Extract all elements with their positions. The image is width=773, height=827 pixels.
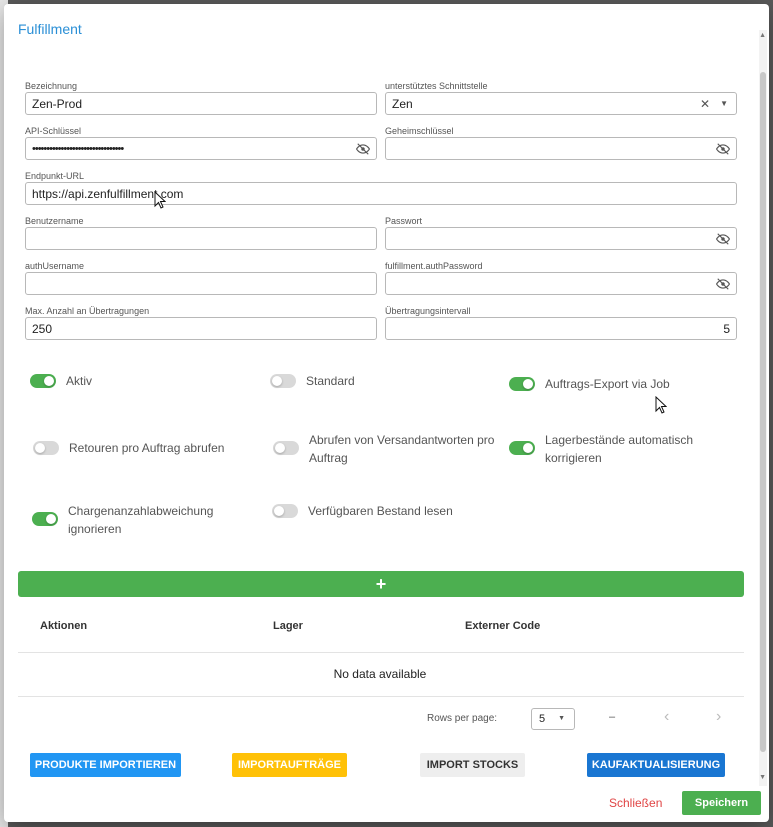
table-header-externer-code[interactable]: Externer Code [465, 620, 540, 632]
switch-track[interactable] [509, 377, 535, 391]
endpoint-input[interactable]: https://api.zenfulfillment.com [25, 182, 737, 205]
chevron-down-icon: ▼ [558, 715, 565, 722]
endpoint-value: https://api.zenfulfillment.com [32, 186, 184, 201]
toggle-retouren[interactable]: Retouren pro Auftrag abrufen [33, 439, 253, 457]
eye-off-icon[interactable] [716, 277, 730, 291]
password-input[interactable] [385, 227, 737, 250]
schnittstelle-field: unterstütztes Schnittstelle Zen ✕ ▼ [385, 80, 737, 115]
username-field: Benutzername [25, 215, 377, 250]
add-row-button[interactable]: + [18, 571, 744, 597]
toggle-chargen-label: Chargenanzahlabweichung ignorieren [68, 504, 214, 536]
toggle-retouren-label: Retouren pro Auftrag abrufen [69, 441, 225, 455]
switch-track[interactable] [273, 441, 299, 455]
max-transfers-field: Max. Anzahl an Übertragungen 250 [25, 305, 377, 340]
auth-password-field: fulfillment.authPassword [385, 260, 737, 295]
bezeichnung-field: Bezeichnung Zen-Prod [25, 80, 377, 115]
auth-username-input[interactable] [25, 272, 377, 295]
rows-per-page-label: Rows per page: [427, 713, 498, 724]
import-stocks-button[interactable]: IMPORT STOCKS [420, 753, 525, 777]
username-label: Benutzername [25, 216, 84, 226]
save-button[interactable]: Speichern [682, 791, 761, 815]
max-transfers-input[interactable]: 250 [25, 317, 377, 340]
clear-icon[interactable]: ✕ [700, 97, 710, 111]
toggle-standard[interactable]: Standard [270, 372, 490, 390]
scrollbar-thumb[interactable] [760, 72, 766, 752]
purchase-update-button[interactable]: KAUFAKTUALISIERUNG [587, 753, 725, 777]
chevron-left-icon[interactable]: ‹ [664, 708, 669, 726]
interval-input[interactable]: 5 [385, 317, 737, 340]
toggle-lagerbestaende[interactable]: Lagerbestände automatisch korrigieren [509, 431, 709, 467]
username-input[interactable] [25, 227, 377, 250]
interval-field: Übertragungsintervall 5 [385, 305, 737, 340]
endpoint-label: Endpunkt-URL [25, 171, 85, 181]
api-key-label: API-Schlüssel [25, 126, 82, 136]
dialog-title: Fulfillment [18, 21, 82, 37]
chevron-down-icon[interactable]: ▼ [720, 99, 728, 108]
schnittstelle-label: unterstütztes Schnittstelle [385, 81, 488, 91]
schnittstelle-select[interactable]: Zen ✕ ▼ [385, 92, 737, 115]
toggle-auftrags-export[interactable]: Auftrags-Export via Job [509, 375, 729, 393]
rows-per-page-select[interactable]: 5 ▼ [531, 708, 575, 730]
switch-track[interactable] [33, 441, 59, 455]
mouse-pointer-icon [655, 396, 667, 414]
toggle-auftrags-export-label: Auftrags-Export via Job [545, 377, 670, 391]
secret-label: Geheimschlüssel [385, 126, 454, 136]
auth-username-field: authUsername [25, 260, 377, 295]
toggle-aktiv-label: Aktiv [66, 374, 93, 388]
chevron-right-icon[interactable]: › [716, 708, 721, 726]
table-header-aktionen[interactable]: Aktionen [40, 620, 87, 632]
secret-field: Geheimschlüssel [385, 125, 737, 160]
mouse-pointer-icon [154, 191, 166, 209]
table-header-lager[interactable]: Lager [273, 620, 303, 632]
schnittstelle-value: Zen [392, 96, 413, 111]
auth-password-input[interactable] [385, 272, 737, 295]
pagination-range: – [609, 711, 616, 723]
toggle-verfuegbar-label: Verfügbaren Bestand lesen [308, 504, 453, 518]
bezeichnung-label: Bezeichnung [25, 81, 78, 91]
toggle-chargen[interactable]: Chargenanzahlabweichung ignorieren [32, 502, 232, 538]
api-key-value: •••••••••••••••••••••••••••••••• [32, 142, 124, 155]
auth-username-label: authUsername [25, 261, 85, 271]
eye-off-icon[interactable] [356, 142, 370, 156]
table-header-divider [18, 652, 744, 653]
switch-track[interactable] [272, 504, 298, 518]
toggle-standard-label: Standard [306, 374, 355, 388]
switch-track[interactable] [270, 374, 296, 388]
scroll-up-icon[interactable]: ▲ [759, 32, 766, 39]
api-key-input[interactable]: •••••••••••••••••••••••••••••••• [25, 137, 377, 160]
switch-track[interactable] [32, 512, 58, 526]
table-footer-divider [18, 696, 744, 697]
toggle-verfuegbar[interactable]: Verfügbaren Bestand lesen [272, 502, 492, 520]
import-orders-button[interactable]: IMPORTAUFTRÄGE [232, 753, 347, 777]
eye-off-icon[interactable] [716, 142, 730, 156]
max-transfers-value: 250 [32, 321, 53, 336]
toggle-versandantworten-label: Abrufen von Versandantworten pro Auftrag [309, 433, 495, 465]
max-transfers-label: Max. Anzahl an Übertragungen [25, 306, 150, 316]
interval-value: 5 [723, 321, 730, 336]
rows-per-page-value: 5 [539, 713, 546, 725]
auth-password-label: fulfillment.authPassword [385, 261, 483, 271]
api-key-field: API-Schlüssel ••••••••••••••••••••••••••… [25, 125, 377, 160]
fulfillment-dialog: Fulfillment ▲ ▼ Bezeichnung Zen-Prod unt… [4, 4, 769, 822]
switch-track[interactable] [30, 374, 56, 388]
endpoint-field: Endpunkt-URL https://api.zenfulfillment.… [25, 170, 737, 205]
password-label: Passwort [385, 216, 423, 226]
eye-off-icon[interactable] [716, 232, 730, 246]
toggle-aktiv[interactable]: Aktiv [30, 372, 250, 390]
interval-label: Übertragungsintervall [385, 306, 471, 316]
switch-track[interactable] [509, 441, 535, 455]
bezeichnung-input[interactable]: Zen-Prod [25, 92, 377, 115]
scroll-down-icon[interactable]: ▼ [759, 774, 766, 781]
import-products-button[interactable]: PRODUKTE IMPORTIEREN [30, 753, 181, 777]
toggle-lagerbestaende-label: Lagerbestände automatisch korrigieren [545, 433, 694, 465]
password-field: Passwort [385, 215, 737, 250]
dialog-scrollbar[interactable] [759, 30, 767, 786]
bezeichnung-value: Zen-Prod [32, 96, 83, 111]
toggle-versandantworten[interactable]: Abrufen von Versandantworten pro Auftrag [273, 431, 495, 467]
table-empty-message: No data available [333, 667, 427, 681]
secret-input[interactable] [385, 137, 737, 160]
close-button[interactable]: Schließen [609, 796, 662, 810]
